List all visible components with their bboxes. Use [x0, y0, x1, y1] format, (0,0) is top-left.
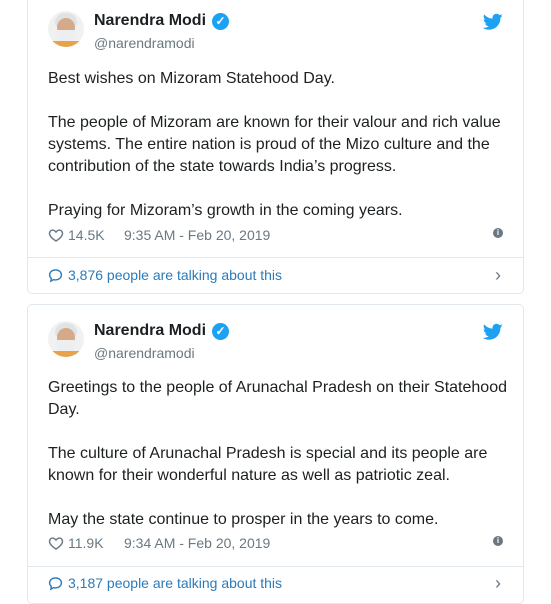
tweet-paragraph: Praying for Mizoram’s growth in the comi…	[48, 202, 403, 219]
timestamp[interactable]: 9:35 AM - Feb 20, 2019	[124, 227, 270, 243]
heart-icon[interactable]	[48, 535, 64, 551]
tweet-paragraph: Greetings to the people of Arunachal Pra…	[48, 379, 507, 418]
tweet-paragraph: The people of Mizoram are known for thei…	[48, 114, 501, 175]
tweet-header: Narendra Modi ✓ @narendramodi	[48, 321, 503, 361]
talking-count[interactable]: 3,876 people are talking about this	[68, 267, 282, 283]
tweet-text: Greetings to the people of Arunachal Pra…	[48, 377, 508, 531]
tweet-meta: 11.9K 9:34 AM - Feb 20, 2019 i	[48, 535, 503, 553]
tweet-meta: 14.5K 9:35 AM - Feb 20, 2019 i	[48, 227, 503, 245]
heart-icon[interactable]	[48, 227, 64, 243]
twitter-bird-icon[interactable]	[483, 323, 503, 341]
tweet-card[interactable]: Narendra Modi ✓ @narendramodi Greetings …	[27, 304, 524, 604]
avatar[interactable]	[48, 321, 84, 357]
twitter-bird-icon[interactable]	[483, 13, 503, 31]
tweet-paragraph: Best wishes on Mizoram Statehood Day.	[48, 70, 335, 87]
author-name[interactable]: Narendra Modi	[94, 12, 206, 30]
chevron-right-icon[interactable]: ›	[495, 573, 501, 594]
info-icon[interactable]: i	[493, 228, 503, 238]
tweet-text: Best wishes on Mizoram Statehood Day. Th…	[48, 68, 508, 222]
author-handle[interactable]: @narendramodi	[94, 35, 195, 51]
author-name[interactable]: Narendra Modi	[94, 322, 206, 340]
divider	[28, 257, 523, 258]
like-count[interactable]: 11.9K	[68, 535, 104, 551]
tweet-paragraph: The culture of Arunachal Pradesh is spec…	[48, 445, 488, 484]
chat-bubble-icon	[48, 577, 63, 591]
chevron-right-icon[interactable]: ›	[495, 265, 501, 286]
like-count[interactable]: 14.5K	[68, 227, 105, 243]
conversation-link[interactable]: 3,876 people are talking about this ›	[48, 265, 503, 287]
divider	[28, 566, 523, 567]
tweet-card[interactable]: Narendra Modi ✓ @narendramodi Best wishe…	[27, 0, 524, 294]
timestamp[interactable]: 9:34 AM - Feb 20, 2019	[124, 535, 270, 551]
talking-count[interactable]: 3,187 people are talking about this	[68, 575, 282, 591]
conversation-link[interactable]: 3,187 people are talking about this ›	[48, 573, 503, 595]
info-icon[interactable]: i	[493, 536, 503, 546]
tweet-paragraph: May the state continue to prosper in the…	[48, 511, 439, 528]
chat-bubble-icon	[48, 269, 63, 283]
verified-badge-icon: ✓	[212, 13, 229, 30]
author-handle[interactable]: @narendramodi	[94, 345, 195, 361]
tweet-header: Narendra Modi ✓ @narendramodi	[48, 11, 503, 51]
avatar[interactable]	[48, 11, 84, 47]
verified-badge-icon: ✓	[212, 323, 229, 340]
